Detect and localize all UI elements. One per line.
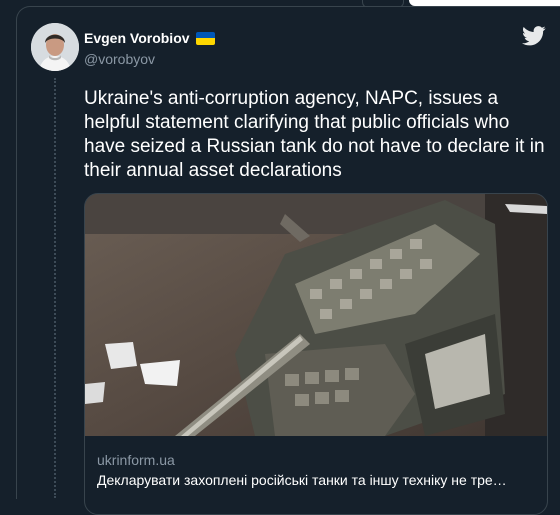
author-row: Evgen Vorobiov xyxy=(84,30,215,46)
card-title[interactable]: Декларувати захоплені російські танки та… xyxy=(97,472,537,488)
twitter-bird-icon[interactable] xyxy=(522,26,546,46)
ukraine-flag-icon xyxy=(195,31,215,45)
link-card[interactable]: ukrinform.ua Декларувати захоплені росій… xyxy=(84,193,548,515)
tank-photo xyxy=(85,194,547,436)
card-domain: ukrinform.ua xyxy=(97,452,175,468)
tweet-text: Ukraine's anti-corruption agency, NAPC, … xyxy=(84,88,545,181)
avatar[interactable] xyxy=(31,23,79,71)
author-handle[interactable]: @vorobyov xyxy=(84,51,155,67)
avatar-image xyxy=(31,23,79,71)
thread-line xyxy=(54,78,56,498)
author-name[interactable]: Evgen Vorobiov xyxy=(84,30,190,46)
